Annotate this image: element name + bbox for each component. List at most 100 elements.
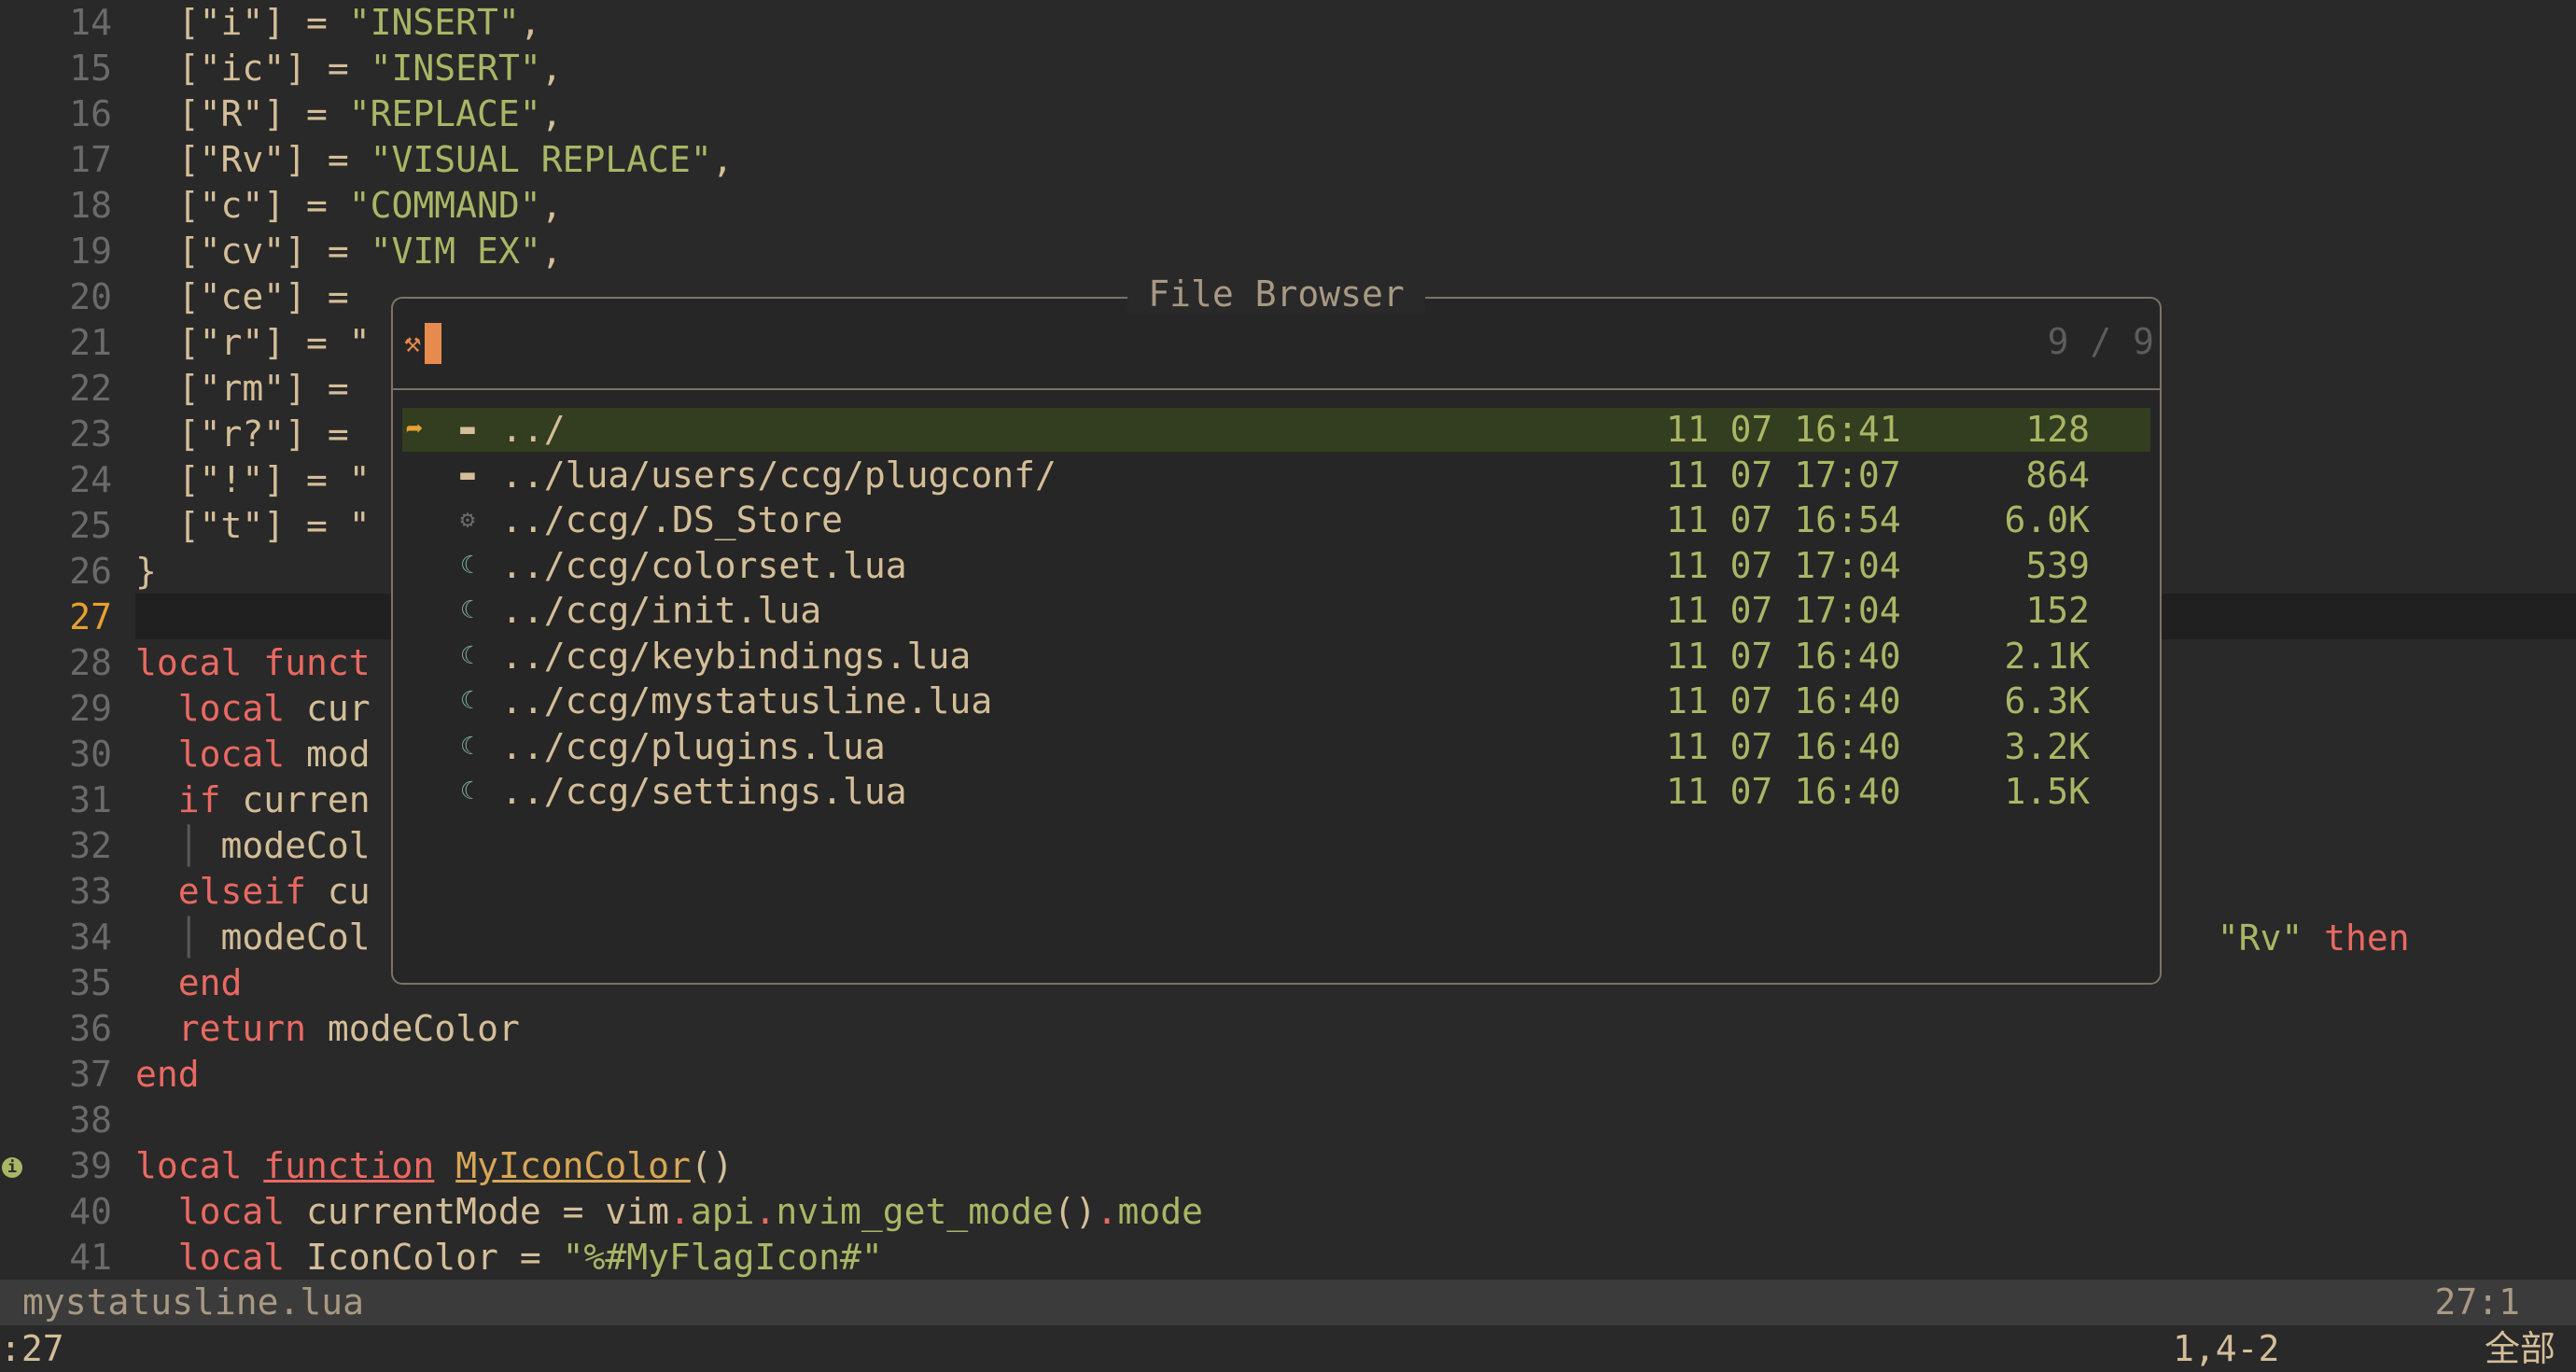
file-name: ../ccg/init.lua <box>501 590 822 631</box>
line-code: end <box>135 960 243 1006</box>
file-browser-item[interactable]: ▬ ../lua/users/ccg/plugconf/11 07 17:07 86… <box>402 454 2150 497</box>
code-token: ["R"] = <box>135 93 349 134</box>
code-token: ["rm"] = <box>135 368 349 409</box>
code-token: , <box>540 231 563 272</box>
line-code: ["r"] = " <box>135 320 371 366</box>
line-number: 15 <box>69 48 112 89</box>
code-token: local <box>177 688 286 729</box>
code-token: , <box>519 2 541 43</box>
code-token: │ <box>177 825 200 866</box>
line-number: 29 <box>69 688 112 729</box>
code-token: modeColor <box>306 1008 520 1049</box>
lua-icon: ☾ <box>460 732 475 761</box>
line-number: 14 <box>69 2 112 43</box>
line-code: │ modeCol <box>135 915 371 960</box>
line-number: 31 <box>69 779 112 820</box>
line-number: 40 <box>69 1191 112 1232</box>
file-date: 11 07 16:40 <box>1666 635 1901 677</box>
file-size: 2.1K <box>2004 635 2090 677</box>
line-code: ["Rv"] = "VISUAL REPLACE", <box>135 137 734 183</box>
file-size: 6.0K <box>2004 499 2090 540</box>
file-browser-item[interactable]: ☾ ../ccg/keybindings.lua 11 07 16:40 2.1K <box>402 635 2150 679</box>
lua-icon: ☾ <box>460 641 475 670</box>
file-size: 128 <box>2025 409 2090 450</box>
line-code: ["cv"] = "VIM EX", <box>135 229 563 274</box>
file-name: ../ <box>501 409 566 450</box>
text-cursor[interactable] <box>425 323 441 364</box>
file-browser-item[interactable]: ☾ ../ccg/mystatusline.lua 11 07 16:40 6.3K <box>402 679 2150 723</box>
file-browser-item[interactable]: ☾ ../ccg/colorset.lua 11 07 17:04 539 <box>402 544 2150 588</box>
file-name: ../ccg/plugins.lua <box>501 725 886 767</box>
code-token: , <box>711 139 734 180</box>
code-token: api <box>690 1191 755 1232</box>
line-code: end <box>135 1052 200 1098</box>
file-date: 11 07 16:41 <box>1666 409 1901 450</box>
line-code: local cur <box>135 686 371 732</box>
code-token: , <box>540 185 563 226</box>
code-token: "VIM EX" <box>370 231 541 272</box>
code-token: () <box>690 1145 734 1186</box>
file-browser-item[interactable]: ➦ ▬ ../ 11 07 16:41 128 <box>402 408 2150 452</box>
file-browser-prompt[interactable]: ⚒ 9 / 9 <box>393 299 2160 390</box>
line-number: 22 <box>69 368 112 409</box>
line-code: ["r?"] = <box>135 412 349 457</box>
command-text[interactable]: :27 <box>0 1325 64 1372</box>
line33-tail: "Rv" then <box>2175 870 2410 959</box>
file-name: ../ccg/.DS_Store <box>501 499 844 540</box>
line-code: local mod <box>135 732 371 777</box>
file-date: 11 07 16:40 <box>1666 771 1901 812</box>
result-counter: 9 / 9 <box>2047 321 2154 362</box>
file-size: 864 <box>2025 454 2090 496</box>
file-browser-item[interactable]: ☾ ../ccg/settings.lua 11 07 16:40 1.5K <box>402 770 2150 814</box>
lua-icon: ☾ <box>460 687 475 715</box>
selection-arrow-icon: ➦ <box>406 413 424 446</box>
statusline-filename: mystatusline.lua <box>22 1281 365 1323</box>
scroll-percent: 全部 <box>2484 1328 2555 1369</box>
code-token: ["cv"] = <box>135 231 371 272</box>
line-number: 25 <box>69 505 112 546</box>
code-token: "REPLACE" <box>348 93 541 134</box>
line-code: return modeColor <box>135 1006 520 1052</box>
file-browser-item[interactable]: ☾ ../ccg/plugins.lua 11 07 16:40 3.2K <box>402 725 2150 769</box>
file-browser-popup[interactable]: File Browser ⚒ 9 / 9 ➦ ▬ ../11 07 16:41 128… <box>391 273 2162 985</box>
file-name: ../ccg/keybindings.lua <box>501 635 972 677</box>
file-size: 539 <box>2025 544 2090 586</box>
code-token: end <box>177 962 243 1003</box>
line-code: ["R"] = "REPLACE", <box>135 91 563 137</box>
code-token: "INSERT" <box>348 2 520 43</box>
file-browser-item[interactable]: ☾ ../ccg/init.lua 11 07 17:04 152 <box>402 589 2150 633</box>
code-token: . <box>668 1191 691 1232</box>
code-token: ["!"] = " <box>135 459 371 500</box>
line-code: } <box>135 549 157 595</box>
line-number: 35 <box>69 962 112 1003</box>
code-token: if <box>177 779 221 820</box>
line-code: local currentMode = vim.api.nvim_get_mod… <box>135 1189 1203 1235</box>
code-token: mode <box>1117 1191 1203 1232</box>
line-number: 37 <box>69 1054 112 1095</box>
code-token: modeCol <box>199 917 371 958</box>
line33-tail-string: "Rv" <box>2217 917 2303 959</box>
line-number: 26 <box>69 551 112 592</box>
line-number: 41 <box>69 1237 112 1278</box>
code-token: MyIconColor <box>455 1145 691 1186</box>
folder-icon: ▬ <box>460 460 475 489</box>
code-token: local <box>135 1145 243 1186</box>
file-date: 11 07 16:40 <box>1666 680 1901 721</box>
code-token: currentMode = vim <box>285 1191 669 1232</box>
code-token: end <box>135 1054 200 1095</box>
file-date: 11 07 17:04 <box>1666 590 1901 631</box>
line-code: ["i"] = "INSERT", <box>135 0 541 46</box>
command-line[interactable]: :27 1,4-2 全部 <box>0 1325 2576 1372</box>
file-browser-item[interactable]: ⚙ ../ccg/.DS_Store 11 07 16:54 6.0K <box>402 498 2150 542</box>
line-number: 36 <box>69 1008 112 1049</box>
line-code: ["c"] = "COMMAND", <box>135 183 563 229</box>
